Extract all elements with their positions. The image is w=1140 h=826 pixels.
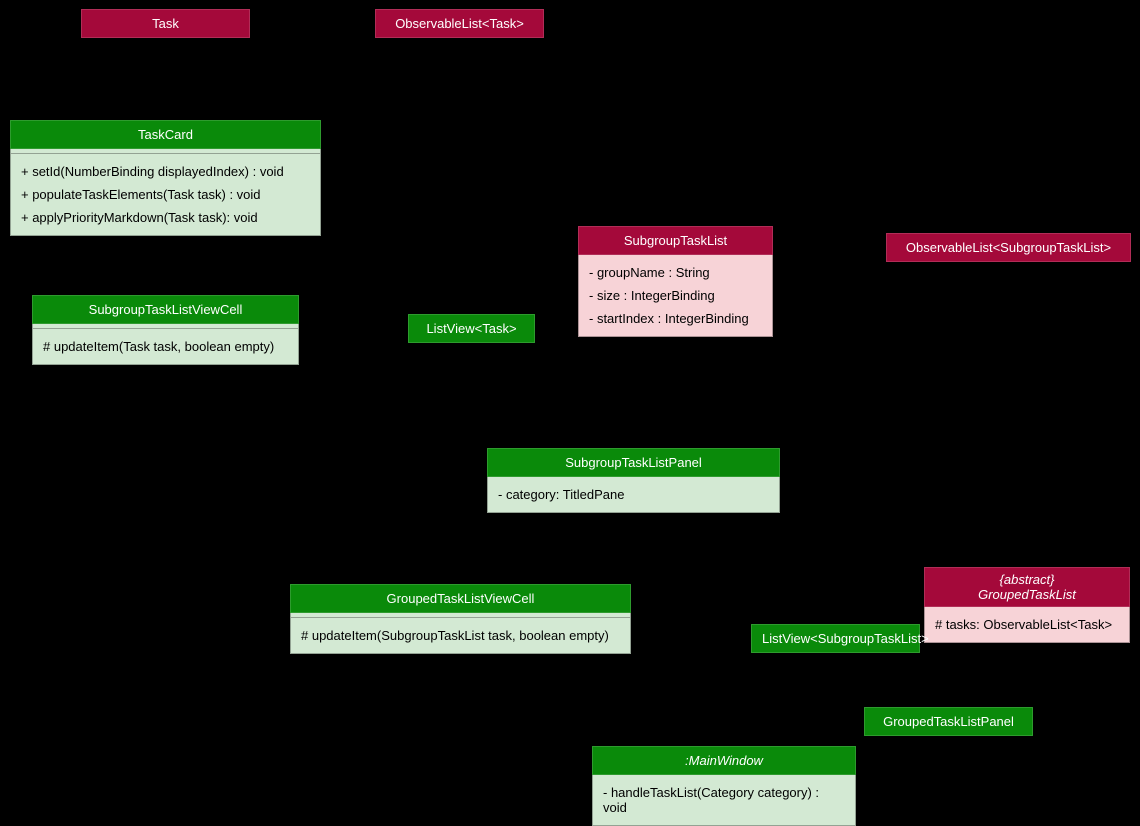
method: + populateTaskElements(Task task) : void: [21, 183, 310, 206]
class-title: Task: [81, 9, 250, 38]
method: - handleTaskList(Category category) : vo…: [603, 781, 845, 819]
class-observablelist-task: ObservableList<Task>: [375, 9, 544, 38]
class-listview-task: ListView<Task>: [408, 314, 535, 343]
class-title: GroupedTaskList: [935, 587, 1119, 602]
class-title: ObservableList<SubgroupTaskList>: [886, 233, 1131, 262]
class-title: GroupedTaskListPanel: [864, 707, 1033, 736]
method: # updateItem(SubgroupTaskList task, bool…: [301, 624, 620, 647]
class-title: TaskCard: [10, 120, 321, 149]
class-groupedtasklist: {abstract} GroupedTaskList # tasks: Obse…: [924, 567, 1130, 643]
class-title: GroupedTaskListViewCell: [290, 584, 631, 613]
class-groupedtasklistviewcell: GroupedTaskListViewCell # updateItem(Sub…: [290, 584, 631, 654]
stereotype: {abstract}: [935, 572, 1119, 587]
class-subgrouptasklistviewcell: SubgroupTaskListViewCell # updateItem(Ta…: [32, 295, 299, 365]
class-mainwindow: :MainWindow - handleTaskList(Category ca…: [592, 746, 856, 826]
field: # tasks: ObservableList<Task>: [935, 613, 1119, 636]
class-title: ObservableList<Task>: [375, 9, 544, 38]
class-title: SubgroupTaskListViewCell: [32, 295, 299, 324]
class-subgrouptasklistpanel: SubgroupTaskListPanel - category: Titled…: [487, 448, 780, 513]
class-groupedtasklistpanel: GroupedTaskListPanel: [864, 707, 1033, 736]
class-title: :MainWindow: [592, 746, 856, 775]
class-task: Task: [81, 9, 250, 38]
field: - groupName : String: [589, 261, 762, 284]
method: + applyPriorityMarkdown(Task task): void: [21, 206, 310, 229]
class-title: SubgroupTaskListPanel: [487, 448, 780, 477]
field: - size : IntegerBinding: [589, 284, 762, 307]
class-title: ListView<Task>: [408, 314, 535, 343]
class-listview-subgrouptasklist: ListView<SubgroupTaskList>: [751, 624, 920, 653]
class-title: ListView<SubgroupTaskList>: [751, 624, 920, 653]
field: - category: TitledPane: [498, 483, 769, 506]
class-taskcard: TaskCard + setId(NumberBinding displayed…: [10, 120, 321, 236]
method: # updateItem(Task task, boolean empty): [43, 335, 288, 358]
class-title: SubgroupTaskList: [578, 226, 773, 255]
class-subgrouptasklist: SubgroupTaskList - groupName : String - …: [578, 226, 773, 337]
class-observablelist-subgrouptasklist: ObservableList<SubgroupTaskList>: [886, 233, 1131, 262]
field: - startIndex : IntegerBinding: [589, 307, 762, 330]
method: + setId(NumberBinding displayedIndex) : …: [21, 160, 310, 183]
